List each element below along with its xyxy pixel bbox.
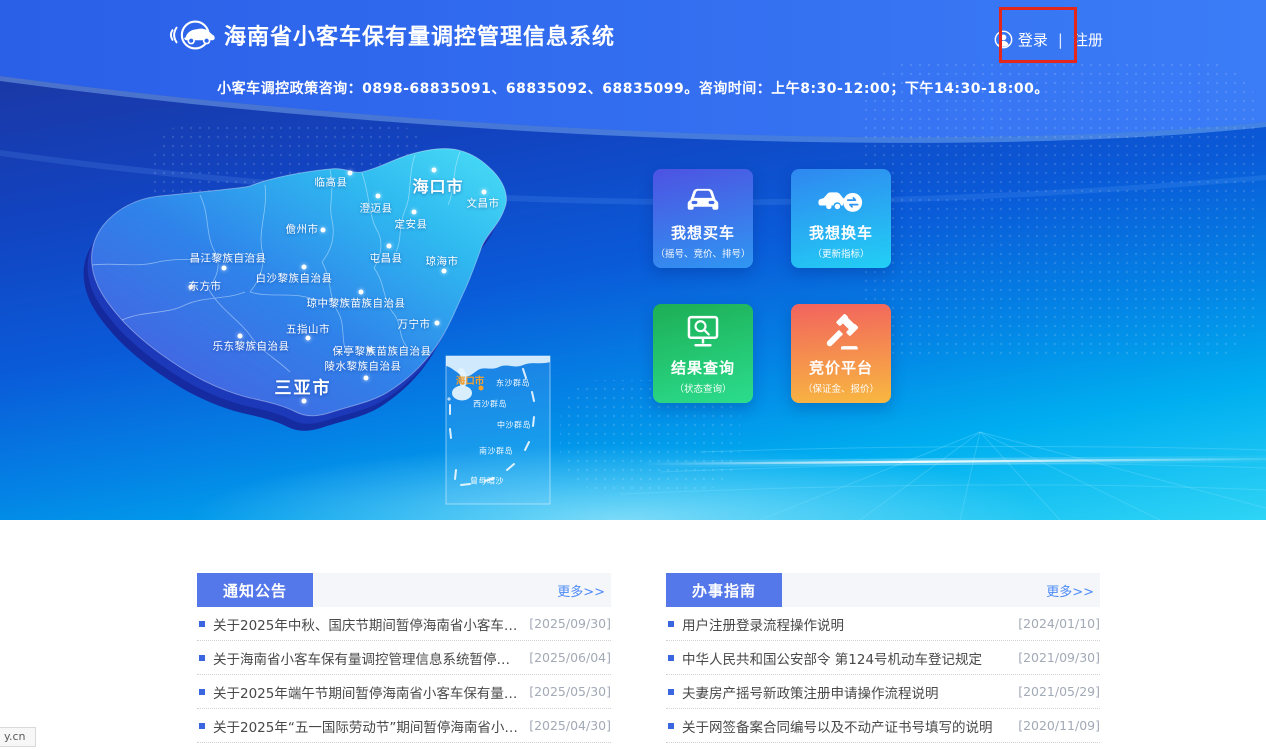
gavel-icon: [820, 313, 862, 351]
register-label: 注册: [1073, 29, 1103, 50]
action-subtitle: （状态查询）: [674, 381, 731, 395]
list-item[interactable]: 中华人民共和国公安部令 第124号机动车登记规定 [2021/09/30]: [666, 641, 1100, 675]
bullet-icon: [668, 655, 674, 661]
news-title: 关于2025年端午节期间暂停海南省小客车保有量调控政策咨...: [213, 682, 519, 702]
news-title: 夫妻房产摇号新政策注册申请操作流程说明: [682, 682, 1008, 702]
monitor-search-icon: [682, 313, 724, 351]
page: { "header": { "title": "海南省小客车保有量调控管理信息系…: [0, 0, 1266, 750]
panel-header: 通知公告 更多>>: [197, 573, 611, 607]
hero-banner: 海口市 临高县海口市文昌市澄迈县定安县儋州市屯昌县琼海市昌江黎族自治县白沙黎族自…: [0, 0, 1266, 520]
list-item[interactable]: 用户注册登录流程操作说明 [2024/01/10]: [666, 607, 1100, 641]
panel-header: 办事指南 更多>>: [666, 573, 1100, 607]
action-title: 我想买车: [671, 222, 735, 243]
action-replace-car-button[interactable]: 我想换车 （更新指标）: [791, 169, 891, 268]
news-title: 关于网签备案合同编号以及不动产证书号填写的说明: [682, 716, 1008, 736]
news-title: 中华人民共和国公安部令 第124号机动车登记规定: [682, 648, 1008, 668]
person-icon: [994, 30, 1013, 49]
login-label: 登录: [1018, 29, 1048, 50]
auth-separator: |: [1058, 31, 1063, 49]
list-item[interactable]: 关于2025年端午节期间暂停海南省小客车保有量调控政策咨... [2025/05/…: [197, 675, 611, 709]
news-date: [2021/09/30]: [1018, 650, 1100, 665]
action-subtitle: （更新指标）: [812, 246, 869, 260]
news-title: 关于2025年中秋、国庆节期间暂停海南省小客车保有量调控...: [213, 614, 519, 634]
more-link-notices[interactable]: 更多>>: [557, 581, 605, 600]
news-date: [2025/05/30]: [529, 684, 611, 699]
panel-notices: 通知公告 更多>> 关于2025年中秋、国庆节期间暂停海南省小客车保有量调控..…: [197, 573, 611, 743]
bullet-icon: [199, 689, 205, 695]
list-item[interactable]: 关于海南省小客车保有量调控管理信息系统暂停服务的通知 [2025/06/04]: [197, 641, 611, 675]
news-date: [2025/06/04]: [529, 650, 611, 665]
notices-list: 关于2025年中秋、国庆节期间暂停海南省小客车保有量调控... [2025/09/…: [197, 607, 611, 743]
news-title: 用户注册登录流程操作说明: [682, 614, 1008, 634]
hainan-map: [60, 140, 620, 520]
panel-tab-notices: 通知公告: [197, 573, 313, 607]
news-date: [2025/09/30]: [529, 616, 611, 631]
list-item[interactable]: 关于2025年“五一国际劳动节”期间暂停海南省小客车保有量... [2025/04…: [197, 709, 611, 743]
news-title: 关于2025年“五一国际劳动节”期间暂停海南省小客车保有量...: [213, 716, 519, 736]
list-item[interactable]: 关于2025年中秋、国庆节期间暂停海南省小客车保有量调控... [2025/09/…: [197, 607, 611, 641]
panel-guide: 办事指南 更多>> 用户注册登录流程操作说明 [2024/01/10] 中华人民共和…: [666, 573, 1100, 743]
car-logo-icon: [166, 14, 218, 56]
site-title: 海南省小客车保有量调控管理信息系统: [224, 19, 615, 51]
news-date: [2021/05/29]: [1018, 684, 1100, 699]
policy-hotline-infobar: 小客车调控政策咨询：0898-68835091、68835092、6883509…: [0, 78, 1266, 98]
action-subtitle: （摇号、竞价、排号）: [655, 246, 750, 260]
action-title: 结果查询: [671, 357, 735, 378]
login-button[interactable]: 登录: [994, 29, 1048, 50]
news-panels: 通知公告 更多>> 关于2025年中秋、国庆节期间暂停海南省小客车保有量调控..…: [197, 573, 1100, 743]
register-button[interactable]: 注册: [1073, 29, 1103, 50]
action-bidding-platform-button[interactable]: 竞价平台 （保证金、报价）: [791, 304, 891, 403]
list-item[interactable]: 夫妻房产摇号新政策注册申请操作流程说明 [2021/05/29]: [666, 675, 1100, 709]
news-date: [2025/04/30]: [529, 718, 611, 733]
car-swap-icon: [816, 178, 866, 216]
south-china-sea-inset: [446, 356, 550, 504]
panel-tab-guide: 办事指南: [666, 573, 782, 607]
news-date: [2020/11/09]: [1018, 718, 1100, 733]
more-link-guide[interactable]: 更多>>: [1046, 581, 1094, 600]
logo-home-link[interactable]: 海南省小客车保有量调控管理信息系统: [166, 14, 615, 56]
bullet-icon: [668, 723, 674, 729]
action-subtitle: （保证金、报价）: [803, 381, 879, 395]
list-item[interactable]: 关于网签备案合同编号以及不动产证书号填写的说明 [2020/11/09]: [666, 709, 1100, 743]
action-result-query-button[interactable]: 结果查询 （状态查询）: [653, 304, 753, 403]
bullet-icon: [668, 621, 674, 627]
bullet-icon: [668, 689, 674, 695]
bullet-icon: [199, 655, 205, 661]
car-front-icon: [681, 178, 725, 216]
bullet-icon: [199, 723, 205, 729]
news-title: 关于海南省小客车保有量调控管理信息系统暂停服务的通知: [213, 648, 519, 668]
guide-list: 用户注册登录流程操作说明 [2024/01/10] 中华人民共和国公安部令 第124…: [666, 607, 1100, 743]
action-title: 竞价平台: [809, 357, 873, 378]
bullet-icon: [199, 621, 205, 627]
quick-actions: 我想买车 （摇号、竞价、排号） 我想换车 （更新指标）: [653, 169, 891, 403]
action-buy-car-button[interactable]: 我想买车 （摇号、竞价、排号）: [653, 169, 753, 268]
link-preview-tooltip: y.cn: [0, 727, 36, 747]
auth-links: 登录 | 注册: [994, 29, 1103, 50]
action-title: 我想换车: [809, 222, 873, 243]
news-date: [2024/01/10]: [1018, 616, 1100, 631]
